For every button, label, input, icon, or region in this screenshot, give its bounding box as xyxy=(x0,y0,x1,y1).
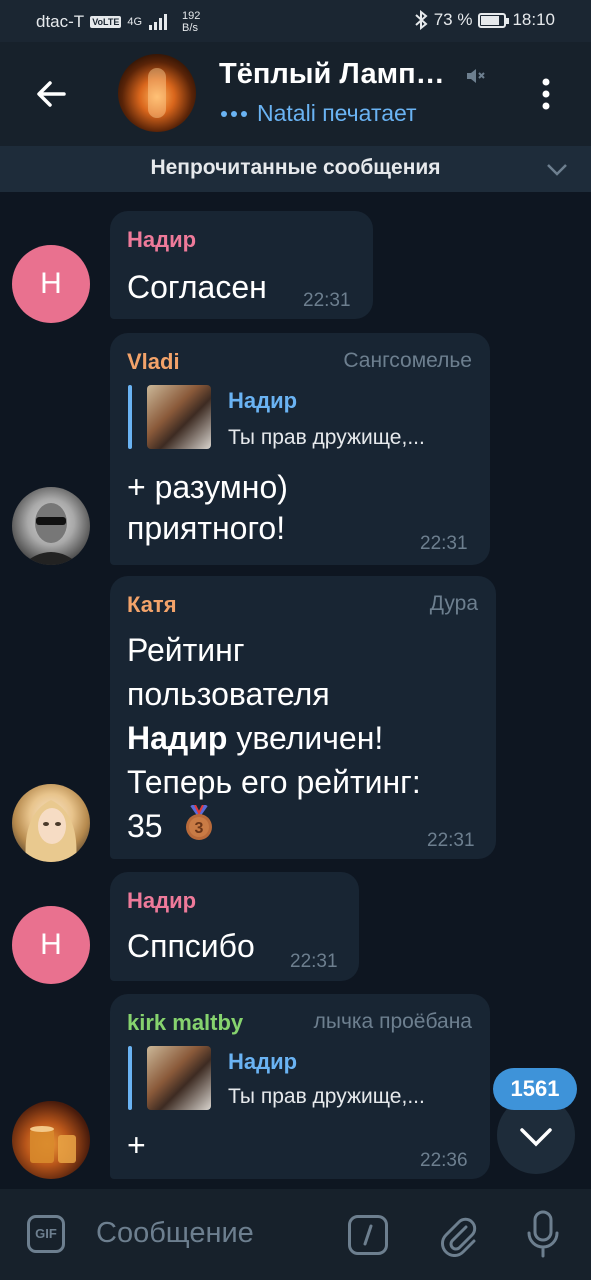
sender-name[interactable]: Катя xyxy=(127,592,177,618)
reply-text: Ты прав дружище,... xyxy=(228,426,425,449)
member-title: лычка проёбана xyxy=(313,1010,472,1033)
medal-number: 3 xyxy=(195,820,204,837)
message-text: Согласен xyxy=(127,269,267,305)
message-text: приятного! xyxy=(127,510,286,546)
message-bubble[interactable]: Надир Сппсибо 22:31 xyxy=(110,872,359,981)
message-bubble[interactable]: Катя Дура Рейтинг пользователя Надир уве… xyxy=(110,576,496,859)
volte-icon: VoLTE xyxy=(90,16,122,28)
member-title: Дура xyxy=(429,592,478,615)
message-time: 22:31 xyxy=(303,290,351,311)
reply-thumbnail xyxy=(147,385,211,449)
typing-status: Natali печатает xyxy=(221,100,417,127)
message-time: 22:31 xyxy=(420,533,468,554)
avatar-photo xyxy=(25,800,77,862)
message-input[interactable]: Сообщение xyxy=(96,1217,254,1250)
message-bubble[interactable]: Надир Согласен 22:31 xyxy=(110,211,373,319)
message-text: + xyxy=(127,1127,146,1163)
typing-dots-icon xyxy=(221,110,247,117)
reply-bar xyxy=(128,1046,132,1110)
signal-icon xyxy=(149,14,168,30)
avatar-photo xyxy=(30,1126,76,1163)
message-time: 22:31 xyxy=(427,830,475,851)
bronze-medal-icon: 3 xyxy=(186,805,212,840)
mute-icon xyxy=(467,69,485,83)
message-text: пользователя xyxy=(127,676,330,712)
avatar[interactable] xyxy=(12,784,90,862)
reply-text: Ты прав дружище,... xyxy=(228,1085,425,1108)
speed-value: 192 xyxy=(182,10,201,22)
message-time: 22:36 xyxy=(420,1150,468,1171)
back-arrow-icon[interactable] xyxy=(30,72,74,116)
status-bar: dtac-T VoLTE 4G 192 B/s 73 % 18:10 xyxy=(0,0,591,42)
message-bubble[interactable]: kirk maltby лычка проёбана Надир Ты прав… xyxy=(110,994,490,1179)
chevron-down-icon[interactable] xyxy=(544,158,570,180)
message-text: 35 xyxy=(127,808,163,844)
member-title: Сангсомелье xyxy=(343,349,472,372)
sender-name[interactable]: Надир xyxy=(127,888,196,914)
bluetooth-icon xyxy=(415,10,428,30)
chat-title[interactable]: Тёплый Ламп… xyxy=(219,58,459,91)
sender-name[interactable]: Vladi xyxy=(127,349,180,375)
microphone-icon[interactable] xyxy=(524,1209,562,1259)
chat-header: Тёплый Ламп… Natali печатает xyxy=(0,42,591,146)
reply-bar xyxy=(128,385,132,449)
avatar[interactable]: Н xyxy=(12,245,90,323)
more-vertical-icon[interactable] xyxy=(536,76,556,112)
unread-messages-banner[interactable]: Непрочитанные сообщения xyxy=(0,146,591,192)
message-text: Рейтинг xyxy=(127,632,245,668)
gif-icon[interactable]: GIF xyxy=(27,1215,65,1253)
message-text-rest: увеличен! xyxy=(227,720,384,756)
chat-avatar[interactable] xyxy=(118,54,196,132)
typing-text: Natali печатает xyxy=(257,100,417,126)
sender-name[interactable]: Надир xyxy=(127,227,196,253)
battery-icon xyxy=(478,12,510,28)
avatar[interactable] xyxy=(12,487,90,565)
network-speed: 192 B/s xyxy=(182,10,200,34)
message-text: Надир увеличен! xyxy=(127,717,383,760)
message-time: 22:31 xyxy=(290,951,338,972)
message-text: + разумно) xyxy=(127,469,288,505)
avatar[interactable]: Н xyxy=(12,906,90,984)
bot-command-icon[interactable] xyxy=(348,1215,388,1255)
mentioned-user: Надир xyxy=(127,720,228,756)
speed-unit: B/s xyxy=(182,22,198,34)
battery-fill xyxy=(481,15,499,25)
unread-count-badge[interactable]: 1561 xyxy=(493,1068,577,1110)
reply-sender: Надир xyxy=(228,1049,298,1074)
message-bubble[interactable]: Vladi Сангсомелье Надир Ты прав дружище,… xyxy=(110,333,490,565)
avatar[interactable] xyxy=(12,1101,90,1179)
message-text: Теперь его рейтинг: xyxy=(127,764,421,800)
avatar-photo xyxy=(22,503,80,565)
carrier-label: dtac-T xyxy=(36,12,85,31)
unread-label: Непрочитанные сообщения xyxy=(150,156,441,179)
network-label: 4G xyxy=(127,16,143,28)
sender-name[interactable]: kirk maltby xyxy=(127,1010,243,1036)
reply-thumbnail xyxy=(147,1046,211,1110)
attach-paperclip-icon[interactable] xyxy=(436,1213,480,1257)
message-composer: GIF Сообщение xyxy=(0,1189,591,1280)
slash-icon xyxy=(363,1224,373,1246)
message-text: Сппсибо xyxy=(127,928,255,964)
clock: 18:10 xyxy=(512,10,555,29)
reply-sender: Надир xyxy=(228,388,298,413)
battery-percent: 73 % xyxy=(433,10,473,29)
